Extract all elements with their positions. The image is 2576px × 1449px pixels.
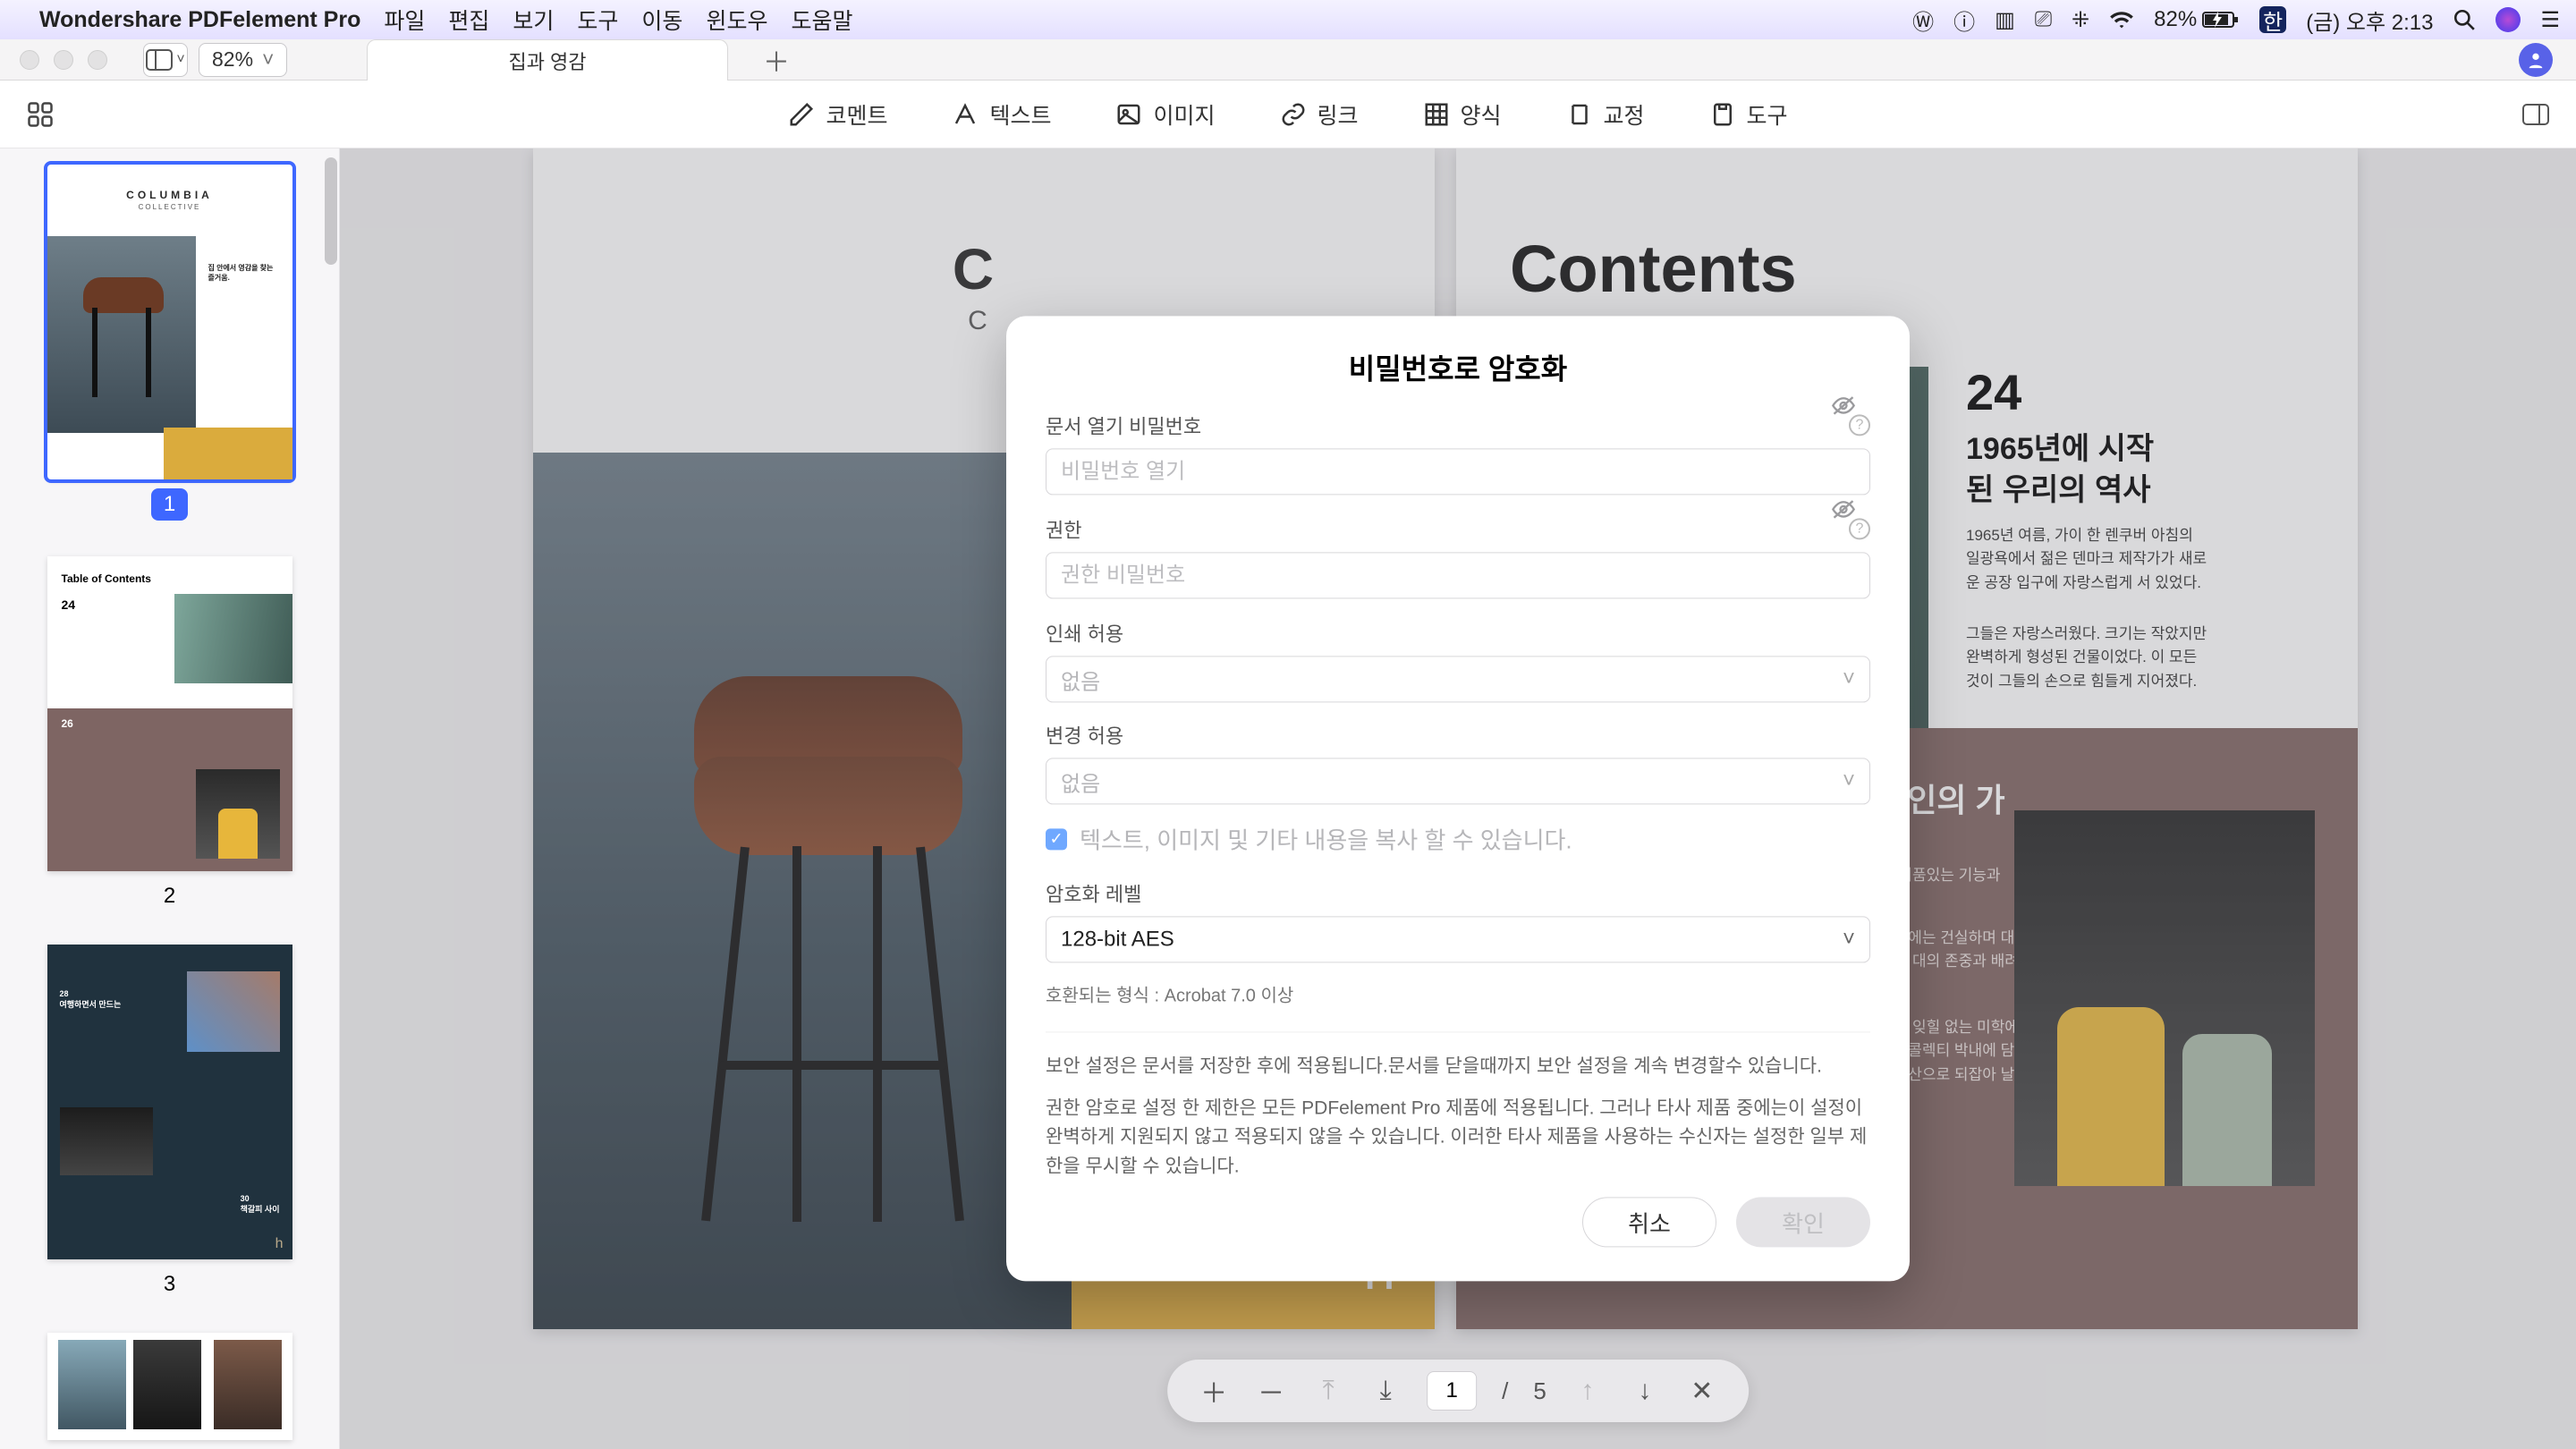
page-navigator: ＋ － ⤒ ⤓ / 5 ↑ ↓ ✕ (1167, 1360, 1749, 1422)
cancel-button[interactable]: 취소 (1582, 1198, 1716, 1248)
eye-off-icon[interactable] (1831, 394, 1856, 416)
thumb-page-4[interactable] (47, 1333, 292, 1440)
tool-proof[interactable]: 교정 (1566, 98, 1645, 131)
workspace: COLUMBIACOLLECTIVE 집 안에서 영감을 찾는 즐거움. 1 T… (0, 148, 2576, 1449)
tool-text[interactable]: 텍스트 (952, 98, 1051, 131)
status-datetime[interactable]: (금) 오후 2:13 (2306, 4, 2433, 36)
panel-right-button[interactable] (2522, 101, 2549, 128)
menu-window[interactable]: 윈도우 (706, 4, 767, 36)
chevron-down-icon: ˅ (1843, 768, 1855, 793)
window-tabstrip: ˅ 82%˅ 집과 영감 ＋ (0, 39, 2576, 80)
next-page-icon[interactable]: ↓ (1629, 1375, 1661, 1407)
change-allow-select[interactable]: 없음˅ (1046, 758, 1870, 804)
status-airplay-icon[interactable]: ⎚ (2035, 7, 2052, 32)
last-page-icon[interactable]: ⤓ (1369, 1375, 1402, 1407)
encryption-level-label: 암호화 레벨 (1046, 878, 1870, 907)
status-info-icon[interactable]: ⓘ (1953, 4, 1975, 36)
status-wifi-icon[interactable] (2109, 10, 2134, 30)
status-battery[interactable]: 82% (2154, 7, 2240, 32)
app-name[interactable]: Wondershare PDFelement Pro (39, 7, 360, 33)
ok-button[interactable]: 확인 (1736, 1198, 1870, 1248)
zoom-out-icon[interactable]: － (1255, 1375, 1287, 1407)
siri-icon[interactable] (2496, 7, 2521, 32)
menu-edit[interactable]: 편집 (448, 4, 489, 36)
page-sep: / (1502, 1377, 1508, 1405)
zoom-in-icon[interactable]: ＋ (1198, 1375, 1230, 1407)
chevron-down-icon: ˅ (1843, 927, 1855, 952)
status-w-icon[interactable]: Ⓦ (1912, 4, 1934, 36)
thumb-3-label: 3 (47, 1272, 292, 1297)
compat-note: 호환되는 형식 : Acrobat 7.0 이상 (1046, 980, 1870, 1006)
first-page-icon[interactable]: ⤒ (1312, 1375, 1344, 1407)
status-ime[interactable]: 한 (2259, 6, 2286, 33)
main-toolbar: 코멘트 텍스트 이미지 링크 양식 교정 도구 (0, 80, 2576, 148)
thumbnail-panel: COLUMBIACOLLECTIVE 집 안에서 영감을 찾는 즐거움. 1 T… (0, 148, 340, 1449)
print-allow-label: 인쇄 허용 (1046, 618, 1870, 647)
account-button[interactable] (2519, 43, 2553, 77)
thumb-2-label: 2 (47, 884, 292, 909)
traffic-lights[interactable] (20, 50, 107, 70)
document-tab[interactable]: 집과 영감 (367, 39, 728, 80)
thumb-scrollbar[interactable] (325, 157, 337, 265)
tool-form[interactable]: 양식 (1423, 98, 1502, 131)
spotlight-icon[interactable] (2453, 8, 2476, 31)
help-icon[interactable]: ? (1849, 414, 1870, 436)
prev-page-icon[interactable]: ↑ (1572, 1375, 1604, 1407)
permission-password-input[interactable] (1046, 552, 1870, 598)
permission-password-label: 권한? (1046, 514, 1870, 543)
tool-comment[interactable]: 코멘트 (788, 98, 887, 131)
security-note-2: 권한 암호로 설정 한 제한은 모든 PDFelement Pro 제품에 적용… (1046, 1094, 1870, 1182)
menu-go[interactable]: 이동 (641, 4, 682, 36)
thumb-1-label: 1 (151, 488, 188, 521)
thumb-page-3[interactable]: 28여행하면서 만드는 30책갈피 사이 h (47, 945, 292, 1259)
document-canvas[interactable]: C C h Contents 24 1965년에 시작된 우리의 역사 1965… (340, 148, 2576, 1449)
status-bluetooth-icon[interactable]: ⁜ (2072, 7, 2089, 33)
tool-tools[interactable]: 도구 (1709, 98, 1788, 131)
thumb-page-2[interactable]: Table of Contents 24 26 (47, 556, 292, 871)
apps-button[interactable] (27, 101, 54, 128)
print-allow-select[interactable]: 없음˅ (1046, 656, 1870, 702)
security-note-1: 보안 설정은 문서를 저장한 후에 적용됩니다.문서를 닫을때까지 보안 설정을… (1046, 1052, 1870, 1081)
menu-help[interactable]: 도움말 (791, 4, 852, 36)
copy-allowed-checkbox[interactable]: ✓텍스트, 이미지 및 기타 내용을 복사 할 수 있습니다. (1046, 822, 1870, 855)
encryption-level-select[interactable]: 128-bit AES˅ (1046, 916, 1870, 962)
menu-tools[interactable]: 도구 (577, 4, 618, 36)
thumb-page-1[interactable]: COLUMBIACOLLECTIVE 집 안에서 영감을 찾는 즐거움. (47, 165, 292, 479)
zoom-select[interactable]: 82%˅ (199, 43, 287, 77)
tool-link[interactable]: 링크 (1280, 98, 1359, 131)
menu-file[interactable]: 파일 (384, 4, 425, 36)
page-total: 5 (1533, 1377, 1546, 1405)
chevron-down-icon: ˅ (1843, 666, 1855, 691)
help-icon[interactable]: ? (1849, 518, 1870, 539)
page-number-input[interactable] (1427, 1371, 1477, 1411)
close-pager-icon[interactable]: ✕ (1686, 1375, 1718, 1407)
eye-off-icon[interactable] (1831, 498, 1856, 520)
menu-view[interactable]: 보기 (513, 4, 554, 36)
status-book-icon[interactable]: ▥ (1995, 7, 2015, 33)
new-tab-button[interactable]: ＋ (753, 39, 800, 80)
open-password-input[interactable] (1046, 448, 1870, 495)
tool-image[interactable]: 이미지 (1115, 98, 1215, 131)
sidebar-toggle-button[interactable]: ˅ (143, 43, 188, 77)
encrypt-password-dialog: 비밀번호로 암호화 문서 열기 비밀번호? 권한? 인쇄 허용 없음˅ 변경 허… (1006, 316, 1910, 1281)
mac-menubar: Wondershare PDFelement Pro 파일 편집 보기 도구 이… (0, 0, 2576, 39)
control-center-icon[interactable]: ☰ (2540, 7, 2560, 33)
open-password-label: 문서 열기 비밀번호? (1046, 411, 1870, 439)
change-allow-label: 변경 허용 (1046, 720, 1870, 749)
dialog-title: 비밀번호로 암호화 (1046, 346, 1870, 387)
